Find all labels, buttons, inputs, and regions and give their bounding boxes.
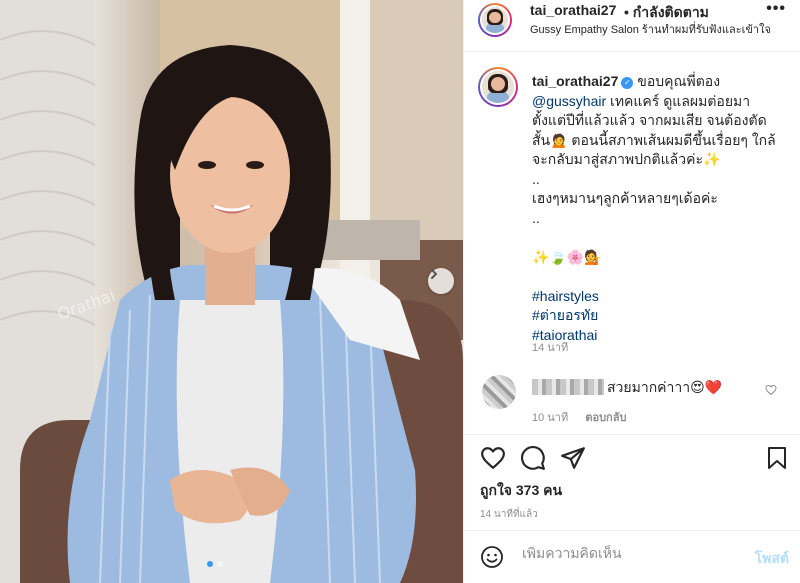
carousel-dot-active: [207, 561, 213, 567]
carousel-dot: [217, 561, 223, 567]
comment-button[interactable]: [520, 445, 546, 476]
more-options-button[interactable]: •••: [766, 0, 786, 18]
caption-text: tai_orathai27 ✓ ขอบคุณพี่ตอง @gussyhair เ…: [532, 72, 790, 345]
author-avatar[interactable]: [478, 3, 512, 37]
comment-time: 10 นาที: [532, 412, 569, 424]
post-actions: ถูกใจ 373 คน 14 นาทีที่แล้ว: [464, 434, 800, 534]
like-comment-button[interactable]: [765, 383, 777, 401]
hashtag-link[interactable]: #hairstyles: [532, 287, 790, 307]
next-photo-button[interactable]: [428, 268, 454, 294]
commenter-username-blurred[interactable]: [532, 379, 604, 395]
mention-link[interactable]: @gussyhair: [532, 93, 606, 109]
add-comment-bar: โพสต์: [464, 530, 800, 583]
caption-line: เทคแคร์ ดูแลผมต่อยมา: [610, 92, 751, 109]
paper-plane-icon: [561, 447, 585, 469]
caption-line: ..: [532, 209, 540, 226]
bookmark-icon: [768, 447, 786, 469]
hashtag-link[interactable]: #taiorathai: [532, 326, 790, 346]
caption-line: ..: [532, 170, 540, 187]
caption-emoji-line: ✨🍃🌸💁: [532, 248, 602, 265]
caption-line: ขอบคุณพี่ตอง: [637, 73, 721, 89]
salon-portrait-image: Orathai: [0, 0, 463, 583]
comment-bubble-icon: [521, 446, 545, 470]
share-button[interactable]: [560, 445, 586, 476]
post-location[interactable]: Gussy Empathy Salon ร้านทำผมที่รับฟังและ…: [530, 20, 787, 38]
comment-input[interactable]: [522, 545, 732, 561]
verified-badge-icon: ✓: [621, 77, 634, 89]
comment-text: สวยมากค่าาา😍❤️: [607, 379, 723, 395]
action-icons: [480, 445, 586, 476]
post-photo: Orathai: [0, 0, 463, 583]
caption-username[interactable]: tai_orathai27: [532, 73, 618, 89]
heart-outline-icon: [765, 384, 777, 396]
like-button[interactable]: [480, 445, 506, 476]
commenter-avatar-blurred[interactable]: [482, 375, 516, 409]
post-timestamp[interactable]: 14 นาทีที่แล้ว: [480, 507, 538, 522]
emoji-smiley-icon: [481, 546, 503, 568]
comment-meta: 10 นาที ตอบกลับ: [532, 408, 640, 426]
caption-line: จะกลับมาสู่สภาพปกติแล้วค่ะ✨: [532, 151, 721, 167]
post-header: tai_orathai27 • กำลังติดตาม Gussy Empath…: [464, 0, 800, 52]
caption-avatar[interactable]: [478, 67, 518, 107]
chevron-right-icon: [431, 269, 438, 279]
author-username[interactable]: tai_orathai27: [530, 2, 616, 18]
caption-blank: [532, 228, 790, 248]
caption-line: เฮงๆหมานๆลูกค้าหลายๆเด้อค่ะ: [532, 190, 718, 206]
caption-blank: [532, 267, 790, 287]
caption-line: สั้น🙍 ตอนนี้สภาพเส้นผมดีขึ้นเรื่อยๆ ใกล้: [532, 131, 776, 148]
post-comment-button[interactable]: โพสต์: [755, 548, 789, 570]
emoji-button[interactable]: [480, 545, 504, 574]
carousel-indicator: [207, 561, 223, 567]
hashtag-link[interactable]: #ต่ายอรทัย: [532, 306, 790, 326]
save-button[interactable]: [765, 445, 789, 476]
post-panel: tai_orathai27 • กำลังติดตาม Gussy Empath…: [463, 0, 800, 583]
caption-line: ตั้งแต่ปีที่แล้วแล้ว จากผมเสีย จนต้องตัด: [532, 112, 767, 128]
caption-time: 14 นาที: [532, 342, 569, 354]
heart-icon: [481, 447, 505, 469]
likes-count[interactable]: ถูกใจ 373 คน: [480, 480, 562, 502]
reply-button[interactable]: ตอบกลับ: [585, 412, 626, 424]
